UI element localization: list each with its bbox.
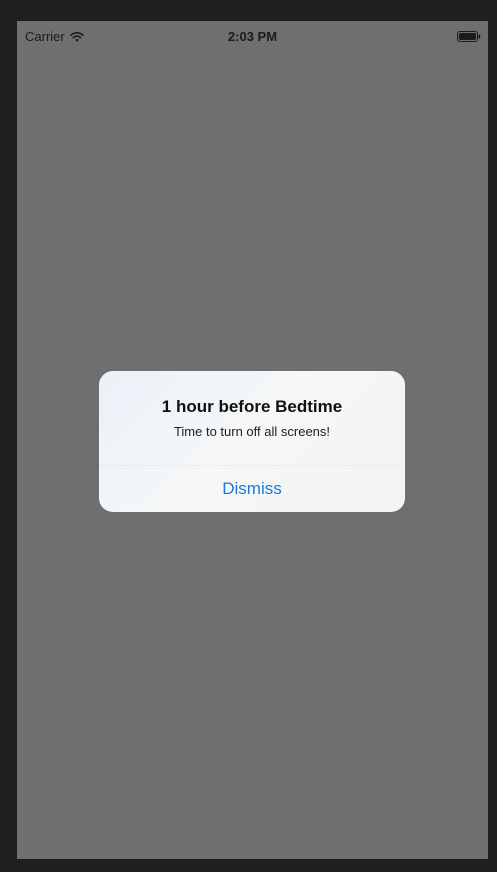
alert-title: 1 hour before Bedtime (161, 397, 343, 416)
alert-message: Time to turn off all screens! (173, 424, 331, 439)
device-frame: Carrier 2:03 PM Ni on 1 hour before Bedt… (0, 0, 497, 872)
screen: Carrier 2:03 PM Ni on 1 hour before Bedt… (17, 21, 488, 859)
bedtime-alert: 1 hour before Bedtime Time to turn off a… (99, 371, 405, 512)
dismiss-button[interactable]: Dismiss (99, 466, 405, 512)
